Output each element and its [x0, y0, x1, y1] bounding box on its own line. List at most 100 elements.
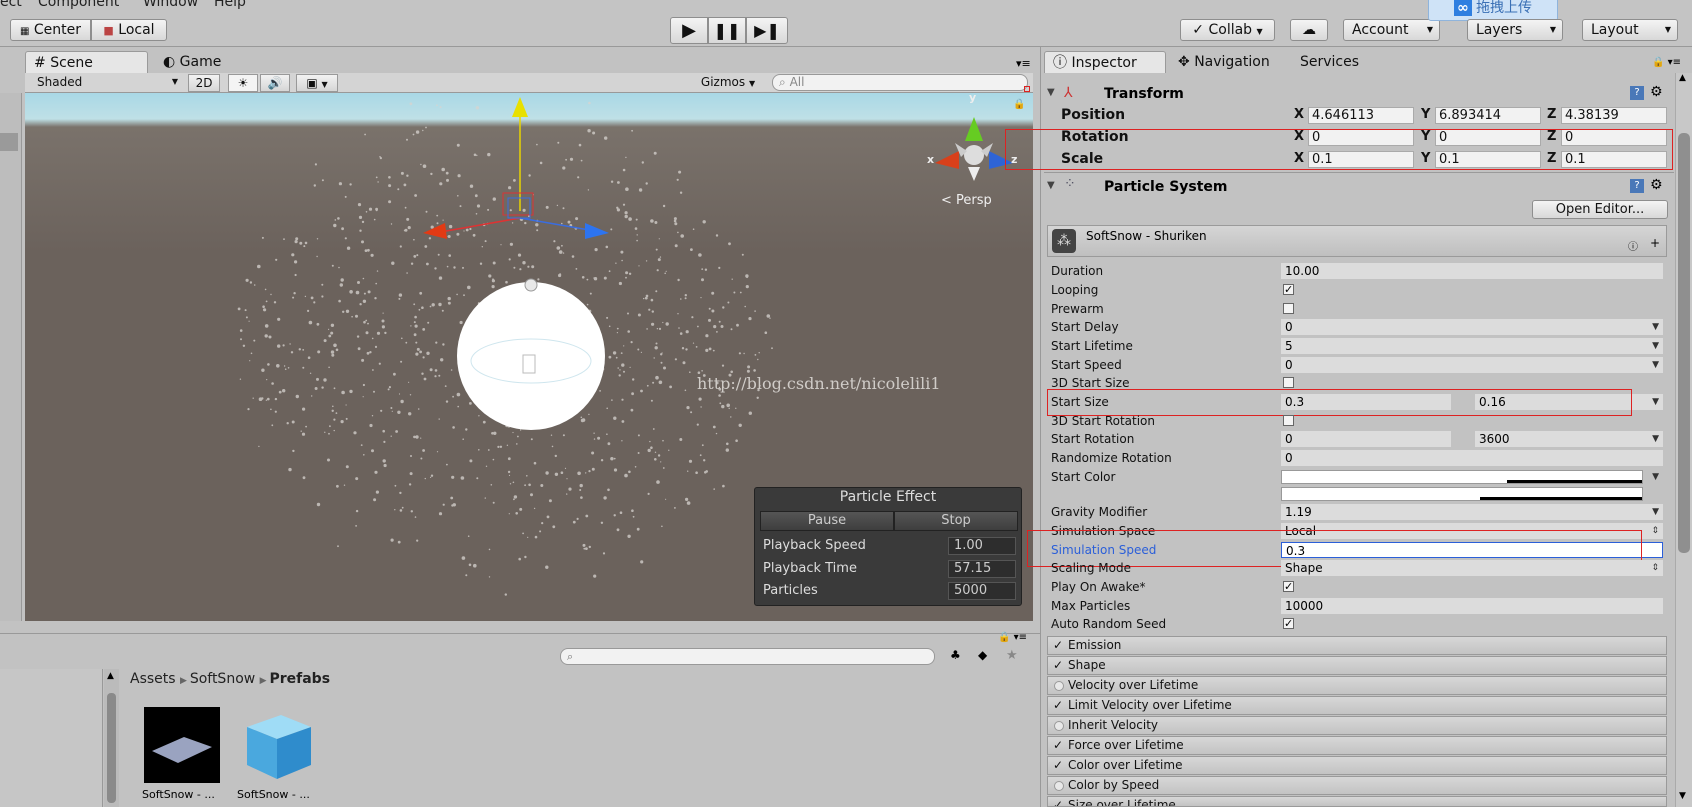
gizmos-dropdown[interactable]: Gizmos ▼	[696, 74, 760, 92]
tab-services[interactable]: Services	[1292, 51, 1382, 73]
module-velocity-over-lifetime[interactable]: Velocity over Lifetime	[1047, 676, 1667, 695]
add-icon[interactable]: +	[1650, 236, 1660, 250]
check-icon[interactable]: ✓	[1053, 757, 1063, 774]
module-force-over-lifetime[interactable]: ✓ Force over Lifetime	[1047, 736, 1667, 755]
scroll-thumb[interactable]	[1678, 133, 1690, 553]
module-size-over-lifetime[interactable]: ✓ Size over Lifetime	[1047, 796, 1667, 807]
lighting-toggle[interactable]: ☀	[228, 74, 258, 92]
help-icon[interactable]: ?	[1630, 86, 1644, 100]
audio-toggle[interactable]: 🔊	[260, 74, 290, 92]
prewarm-checkbox[interactable]	[1283, 303, 1294, 314]
start-speed-field[interactable]: 0	[1281, 357, 1663, 373]
toggle-off-icon[interactable]	[1054, 781, 1064, 791]
tab-inspector[interactable]: ⓘ Inspector	[1044, 51, 1166, 73]
start-lifetime-field[interactable]: 5	[1281, 338, 1663, 354]
check-icon[interactable]: ✓	[1053, 737, 1063, 754]
layout-dropdown[interactable]: Layout ▼	[1582, 19, 1678, 41]
pause-button[interactable]: ❚❚	[708, 17, 746, 44]
start-size-3d-checkbox[interactable]	[1283, 377, 1294, 388]
module-emission[interactable]: ✓ Emission	[1047, 636, 1667, 655]
transform-header[interactable]: ▼ ⅄ Transform ? ⚙	[1044, 84, 1674, 106]
duration-field[interactable]: 10.00	[1281, 263, 1663, 279]
play-button[interactable]: ▶	[670, 17, 708, 44]
menu-item[interactable]: ect	[0, 0, 22, 10]
dropdown-arrow-icon[interactable]: ▼	[1652, 468, 1659, 486]
effects-dropdown[interactable]: ▣ ▼	[296, 74, 338, 92]
info-icon[interactable]: ⓘ	[1628, 238, 1638, 253]
menu-item[interactable]: Help	[214, 0, 246, 10]
layers-dropdown[interactable]: Layers ▼	[1467, 19, 1563, 41]
max-particles-field[interactable]: 10000	[1281, 598, 1663, 614]
scene-search-input[interactable]: ⌕ All	[772, 74, 1028, 91]
open-editor-button[interactable]: Open Editor...	[1532, 200, 1668, 219]
particles-field[interactable]: 5000	[948, 582, 1016, 600]
gear-icon[interactable]: ⚙	[1650, 177, 1663, 193]
pivot-center-button[interactable]: ▦ Center	[10, 19, 91, 41]
gear-icon[interactable]: ⚙	[1650, 84, 1663, 100]
pause-effect-button[interactable]: Pause	[760, 511, 894, 531]
start-color-gradient-top[interactable]	[1281, 470, 1643, 484]
position-x-field[interactable]: 4.646113	[1308, 107, 1414, 124]
check-icon[interactable]: ✓	[1053, 657, 1063, 674]
dropdown-arrow-icon[interactable]: ▼	[1652, 318, 1659, 336]
scroll-thumb[interactable]	[107, 693, 116, 803]
gravity-modifier-field[interactable]: 1.19	[1281, 504, 1663, 520]
breadcrumb-item[interactable]: Assets	[130, 671, 176, 687]
position-y-field[interactable]: 6.893414	[1435, 107, 1541, 124]
stop-effect-button[interactable]: Stop	[894, 511, 1018, 531]
dropdown-arrow-icon[interactable]: ▼	[1652, 503, 1659, 521]
start-delay-field[interactable]: 0	[1281, 319, 1663, 335]
pivot-local-button[interactable]: ■ Local	[91, 19, 167, 41]
help-icon[interactable]: ?	[1630, 179, 1644, 193]
dropdown-arrow-icon[interactable]: ▼	[1652, 337, 1659, 355]
module-limit-velocity[interactable]: ✓ Limit Velocity over Lifetime	[1047, 696, 1667, 715]
step-button[interactable]: ▶❚	[746, 17, 788, 44]
play-on-awake-checkbox[interactable]: ✓	[1283, 581, 1294, 592]
toggle-off-icon[interactable]	[1054, 721, 1064, 731]
mode-2d-button[interactable]: 2D	[188, 74, 220, 92]
playback-time-field[interactable]: 57.15	[948, 560, 1016, 578]
position-z-field[interactable]: 4.38139	[1561, 107, 1667, 124]
start-rotation-max-field[interactable]: 3600	[1475, 431, 1663, 447]
menu-item[interactable]: Component	[38, 0, 119, 10]
playback-speed-field[interactable]: 1.00	[948, 537, 1016, 555]
persp-label[interactable]: < Persp	[941, 193, 992, 208]
inspector-lock-icon[interactable]: 🔒 ▾≡	[1652, 57, 1681, 68]
looping-checkbox[interactable]: ✓	[1283, 284, 1294, 295]
updown-arrow-icon[interactable]: ⇕	[1651, 522, 1659, 540]
start-rotation-3d-checkbox[interactable]	[1283, 415, 1294, 426]
cloud-button[interactable]: ☁	[1290, 19, 1328, 41]
dropdown-arrow-icon[interactable]: ▼	[1652, 393, 1659, 411]
asset-item[interactable]: SoftSnow - ...	[237, 705, 317, 805]
module-shape[interactable]: ✓ Shape	[1047, 656, 1667, 675]
breadcrumb-item[interactable]: SoftSnow	[190, 671, 255, 687]
check-icon[interactable]: ✓	[1053, 637, 1063, 654]
asset-item[interactable]: SoftSnow - ...	[142, 705, 222, 805]
shading-dropdown[interactable]: Shaded ▼	[27, 74, 182, 92]
check-icon[interactable]: ✓	[1053, 797, 1063, 806]
start-rotation-min-field[interactable]: 0	[1281, 431, 1451, 447]
toggle-off-icon[interactable]	[1054, 681, 1064, 691]
module-color-over-lifetime[interactable]: ✓ Color over Lifetime	[1047, 756, 1667, 775]
account-dropdown[interactable]: Account ▼	[1343, 19, 1440, 41]
dropdown-arrow-icon[interactable]: ▼	[1652, 356, 1659, 374]
breadcrumb-item[interactable]: Prefabs	[269, 671, 330, 687]
dropdown-arrow-icon[interactable]: ▼	[1652, 430, 1659, 448]
auto-random-seed-checkbox[interactable]: ✓	[1283, 618, 1294, 629]
panel-menu-icon[interactable]: ▾≡	[1016, 57, 1031, 70]
favorite-icon[interactable]: ★	[1006, 648, 1018, 663]
menu-item[interactable]: Window	[143, 0, 198, 10]
filter-label-icon[interactable]: ◆	[978, 648, 987, 662]
particle-system-header[interactable]: ▼ ⁘ Particle System ? ⚙	[1044, 176, 1674, 198]
module-color-by-speed[interactable]: Color by Speed	[1047, 776, 1667, 795]
project-search-input[interactable]: ⌕	[560, 648, 935, 665]
check-icon[interactable]: ✓	[1053, 697, 1063, 714]
project-scrollbar[interactable]: ▲	[104, 669, 119, 807]
module-inherit-velocity[interactable]: Inherit Velocity	[1047, 716, 1667, 735]
collab-dropdown[interactable]: ✓ Collab ▼	[1180, 19, 1275, 41]
project-lock-icon[interactable]: 🔒 ▾≡	[998, 632, 1027, 643]
shuriken-subheader[interactable]: ⁂ SoftSnow - Shuriken ⓘ +	[1047, 225, 1667, 257]
tab-game[interactable]: ◐ Game	[155, 51, 255, 73]
tab-navigation[interactable]: ✥ Navigation	[1170, 51, 1294, 73]
randomize-rotation-field[interactable]: 0	[1281, 450, 1663, 466]
